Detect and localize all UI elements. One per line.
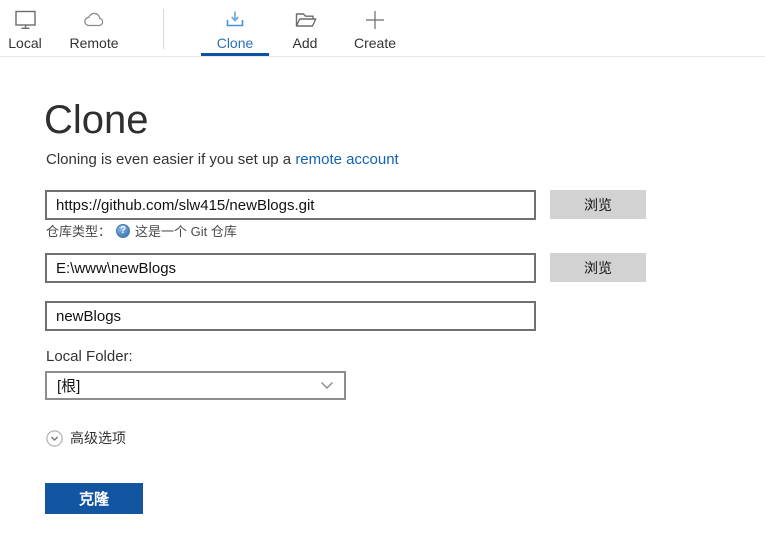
chevron-circle-icon: [46, 429, 63, 447]
bookmark-name-input[interactable]: [45, 301, 536, 331]
plus-icon: [362, 6, 388, 33]
chevron-down-icon: [320, 381, 334, 390]
toolbar-separator: [163, 9, 164, 49]
local-folder-select[interactable]: [根]: [45, 371, 346, 400]
monitor-icon: [12, 6, 38, 33]
toolbar: Local Remote Clone Add Create: [0, 0, 765, 57]
clone-window: Local Remote Clone Add Create Clone Clon…: [0, 0, 765, 535]
help-icon: ?: [116, 223, 131, 238]
page-title: Clone: [44, 98, 149, 142]
tab-remote[interactable]: Remote: [64, 6, 124, 54]
active-tab-underline: [201, 53, 269, 56]
tab-clone[interactable]: Clone: [203, 6, 267, 54]
remote-account-link[interactable]: remote account: [295, 151, 398, 168]
tab-local[interactable]: Local: [0, 6, 50, 54]
advanced-options-label: 高级选项: [70, 430, 126, 446]
local-folder-value: [根]: [57, 378, 81, 395]
folder-open-icon: [292, 6, 318, 33]
clone-button[interactable]: 克隆: [45, 483, 143, 514]
tab-remote-label: Remote: [69, 35, 119, 51]
browse-source-button[interactable]: 浏览: [550, 190, 646, 219]
tab-clone-label: Clone: [216, 35, 254, 51]
destination-path-input[interactable]: [45, 253, 536, 283]
download-icon: [222, 6, 248, 33]
tab-create[interactable]: Create: [345, 6, 405, 54]
subtitle-text: Cloning is even easier if you set up a: [46, 151, 296, 168]
repo-type-row: 仓库类型： ? 这是一个 Git 仓库: [46, 221, 237, 240]
subtitle: Cloning is even easier if you set up a r…: [46, 151, 399, 168]
repo-type-label: 仓库类型：: [46, 224, 112, 239]
cloud-icon: [81, 6, 107, 33]
browse-destination-button[interactable]: 浏览: [550, 253, 646, 282]
local-folder-label: Local Folder:: [46, 348, 133, 365]
tab-add[interactable]: Add: [279, 6, 331, 54]
repo-type-status: 这是一个 Git 仓库: [135, 224, 237, 239]
source-url-input[interactable]: [45, 190, 536, 220]
tab-local-label: Local: [8, 35, 42, 51]
tab-add-label: Add: [292, 35, 318, 51]
tab-create-label: Create: [353, 35, 397, 51]
advanced-options-toggle[interactable]: 高级选项: [46, 428, 126, 448]
